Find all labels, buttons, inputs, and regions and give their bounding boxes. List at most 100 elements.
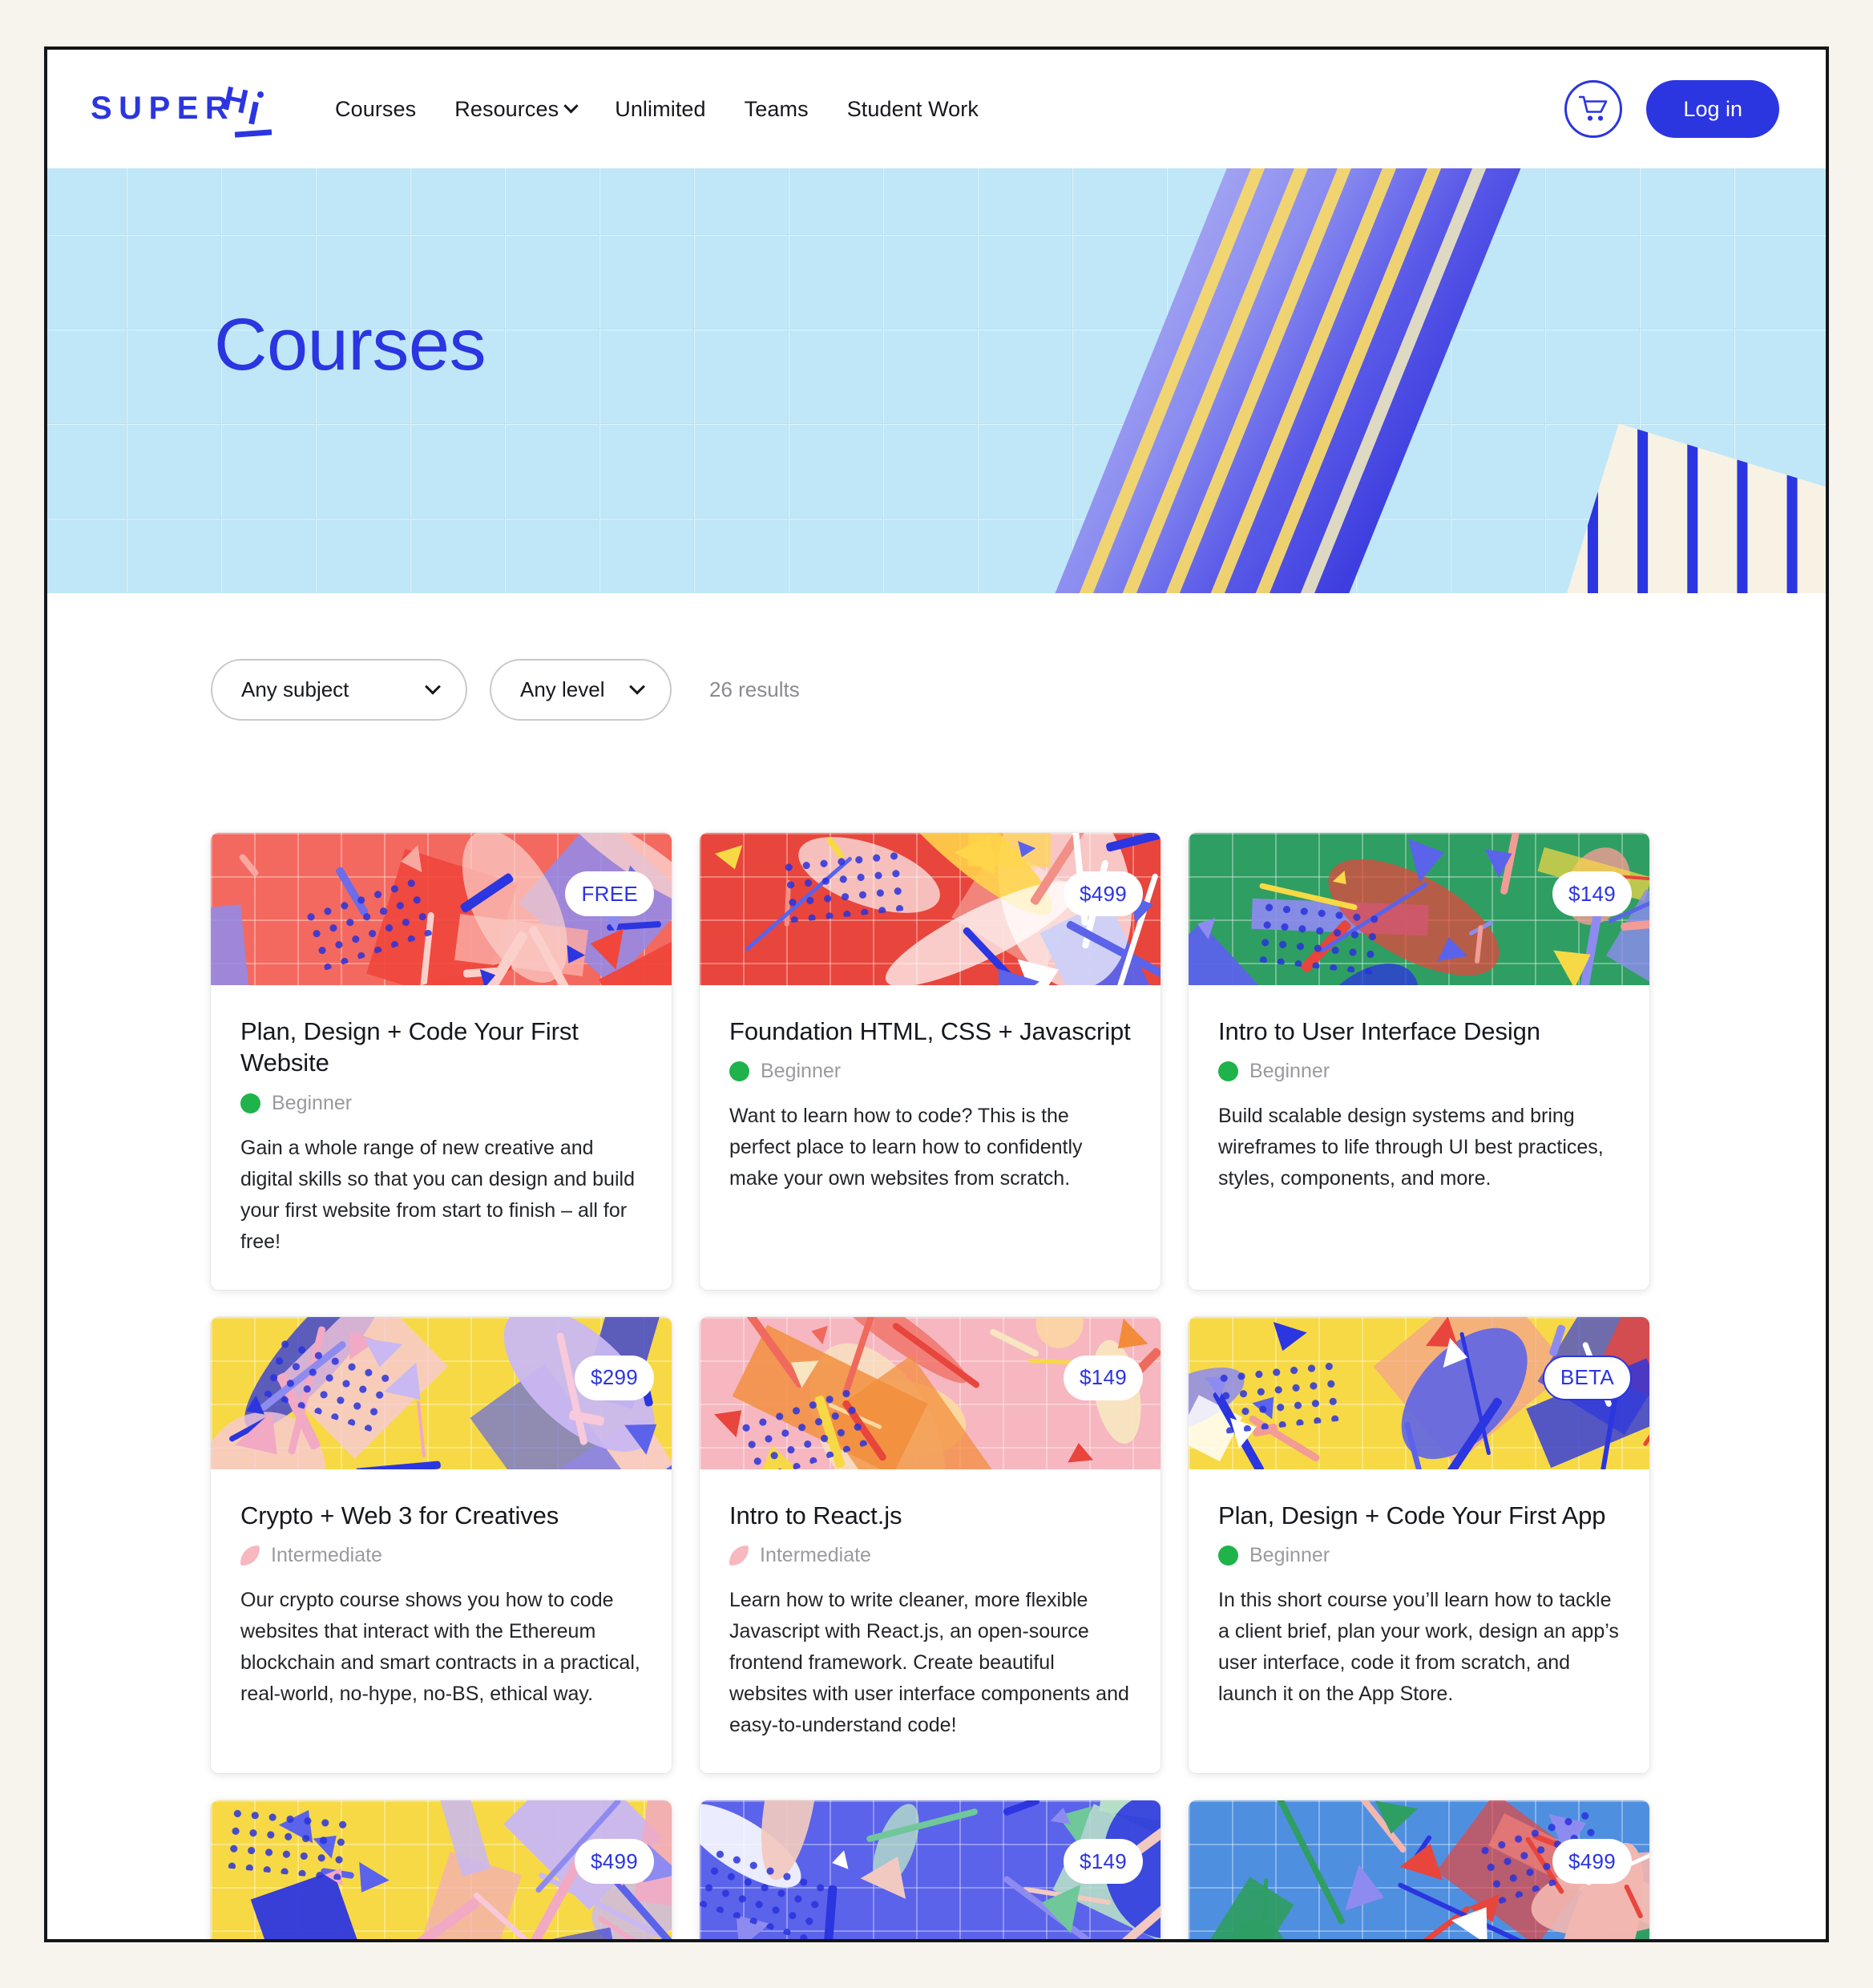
course-thumbnail: $499 [700,833,1161,985]
level-intermediate-icon [240,1546,260,1566]
nav-item-unlimited[interactable]: Unlimited [615,97,705,122]
course-description: Gain a whole range of new creative and d… [240,1136,635,1253]
level-beginner-icon [729,1061,749,1082]
course-card-body: Intro to React.js Intermediate Learn how t… [700,1469,1161,1773]
course-price-badge: $499 [1552,1839,1632,1885]
level-beginner-icon [1218,1061,1238,1082]
course-thumbnail: $499 [211,1800,672,1942]
filter-bar: Any subject Any level 26 results [47,593,1826,721]
nav-item-teams[interactable]: Teams [745,97,809,122]
course-card-body: Plan, Design + Code Your First Website Be… [211,985,672,1290]
course-title: Intro to User Interface Design [1218,1017,1540,1045]
thumbnail-dot-pattern [779,847,906,923]
course-thumbnail: $499 [1189,1800,1649,1939]
logo-wordmark: SUPER [91,91,236,126]
course-title: Foundation HTML, CSS + Javascript [729,1017,1131,1045]
course-thumbnail: BETA [1189,1316,1649,1469]
chevron-down-icon [425,678,441,695]
logo-i-dot [257,91,264,98]
course-level-label: Beginner [272,1091,353,1114]
nav-item-courses[interactable]: Courses [335,97,416,122]
thumbnail-dot-pattern [1254,897,1382,975]
course-description: Want to learn how to code? This is the p… [729,1105,1083,1190]
course-title: Plan, Design + Code Your First Website [240,1017,579,1077]
nav-label: Courses [335,96,417,121]
site-header: SUPER H Courses Resources Unlimited Team… [47,50,1826,168]
nav-label: Teams [744,96,809,121]
course-level: Beginner [729,1060,1131,1083]
course-card[interactable]: $149Shaders for the WebAdvanced [700,1800,1161,1942]
hero-banner: Courses [47,168,1826,593]
course-title: Intro to React.js [729,1501,902,1529]
course-thumbnail: $149 [700,1316,1161,1469]
logo-i-stem [248,101,259,125]
course-level: Intermediate [240,1544,642,1567]
course-price-badge: $499 [1063,871,1143,916]
course-level-label: Intermediate [271,1544,382,1567]
nav-item-resources[interactable]: Resources [454,96,579,122]
login-button[interactable]: Log in [1646,80,1779,138]
course-card[interactable]: $149 Intro to React.js Intermediate Learn h… [700,1316,1161,1774]
course-thumbnail: FREE [211,833,672,985]
course-description: Build scalable design systems and bring … [1218,1105,1604,1190]
course-card[interactable]: $149 Intro to User Interface Design Beginn… [1189,833,1649,1290]
course-level: Intermediate [729,1544,1131,1567]
level-filter-select[interactable]: Any level [490,659,672,721]
course-level-label: Beginner [1249,1544,1330,1567]
course-level: Beginner [1218,1544,1620,1567]
course-price-badge: $149 [1552,871,1632,916]
course-price-badge: BETA [1542,1355,1632,1400]
chevron-down-icon [629,678,645,695]
page-title: Courses [214,304,486,386]
page-content: Any subject Any level 26 results FREE Pla… [47,593,1826,1942]
thumbnail-triangle [1066,1441,1094,1463]
level-beginner-icon [1218,1546,1238,1566]
course-card-body: Intro to User Interface Design Beginner Bu… [1189,985,1649,1226]
thumbnail-dot-pattern [1213,1357,1341,1435]
course-level: Beginner [240,1092,642,1115]
course-level-label: Intermediate [760,1544,871,1567]
course-price-badge: $149 [1063,1839,1143,1885]
course-price-badge: $149 [1063,1355,1143,1400]
nav-item-student-work[interactable]: Student Work [847,97,979,122]
subject-filter-value: Any subject [241,677,349,701]
course-card-body: Crypto + Web 3 for Creatives Intermediate… [211,1469,672,1742]
logo-underbar [234,129,272,138]
course-card[interactable]: BETA Plan, Design + Code Your First App Be… [1189,1316,1649,1774]
course-title: Crypto + Web 3 for Creatives [240,1501,559,1529]
header-actions: Log in [1564,80,1779,138]
course-card[interactable]: FREE Plan, Design + Code Your First Websi… [211,833,672,1290]
level-beginner-icon [240,1093,260,1113]
course-thumbnail: $149 [1189,833,1649,985]
course-grid: FREE Plan, Design + Code Your First Websi… [47,721,1826,1942]
level-intermediate-icon [729,1546,749,1566]
course-description: In this short course you’ll learn how to… [1218,1589,1619,1706]
course-price-badge: $299 [574,1355,654,1400]
logo-h-glyph: H [220,79,252,121]
thumbnail-dot-pattern [223,1804,349,1881]
browser-frame: SUPER H Courses Resources Unlimited Team… [44,46,1829,1942]
course-thumbnail: $299 [211,1316,672,1469]
chevron-down-icon [563,98,579,113]
course-card[interactable]: $499 Foundation HTML, CSS + Javascript Beg… [700,833,1161,1290]
results-count: 26 results [709,677,800,701]
course-card[interactable]: $499Digital Project ManagementBeginner [1189,1800,1649,1939]
course-price-badge: $499 [574,1839,654,1885]
course-title: Plan, Design + Code Your First App [1218,1501,1606,1529]
course-card-body: Plan, Design + Code Your First App Beginn… [1189,1469,1649,1742]
subject-filter-select[interactable]: Any subject [211,659,467,721]
nav-label: Unlimited [615,96,706,121]
superhi-logo[interactable]: SUPER H [91,79,287,138]
course-card[interactable]: $299 Crypto + Web 3 for Creatives Intermed… [211,1316,672,1774]
thumbnail-line [967,1941,1056,1942]
course-card[interactable]: $499Visual Design + BrandingBeginner [211,1800,672,1942]
level-filter-value: Any level [520,677,605,701]
shopping-cart-icon [1579,95,1608,121]
course-level: Beginner [1218,1060,1620,1083]
course-thumbnail: $149 [700,1800,1161,1942]
thumbnail-line [534,1940,566,1942]
course-description: Learn how to write cleaner, more flexibl… [729,1589,1129,1737]
nav-label: Resources [454,96,559,121]
course-price-badge: FREE [565,871,654,916]
cart-button[interactable] [1564,80,1623,138]
